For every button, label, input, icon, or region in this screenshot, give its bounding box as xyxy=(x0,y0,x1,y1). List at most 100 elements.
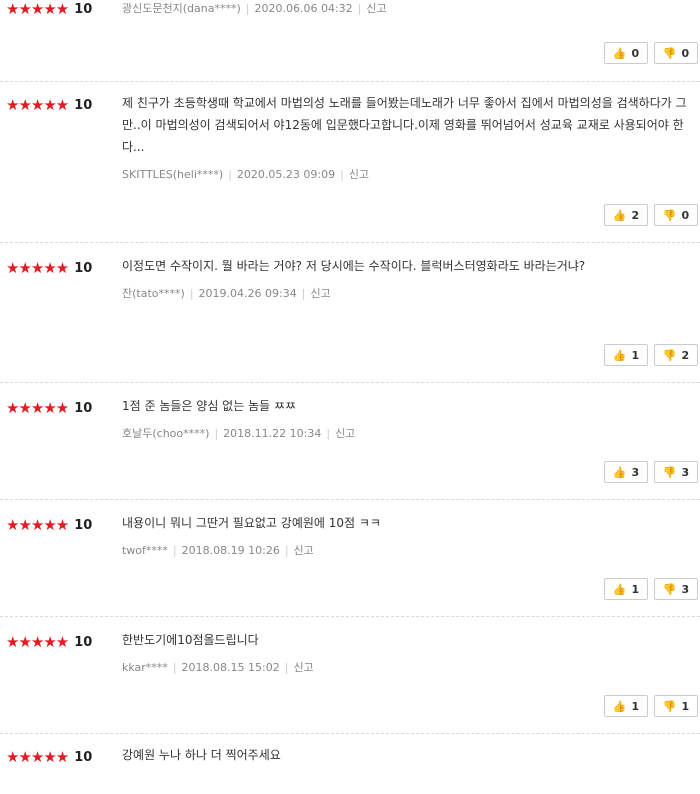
dislike-count: 3 xyxy=(681,465,690,479)
review-body: 내용이니 뭐니 그딴거 필요없고 강예원에 10점 ㅋㅋ twof**** | 20… xyxy=(122,512,694,558)
thumbs-up-icon: 👍 xyxy=(612,208,627,222)
meta-divider: | xyxy=(228,168,232,181)
star-rating-icon: ★★★★★ xyxy=(6,96,69,114)
meta-divider: | xyxy=(301,287,306,300)
review-body: 광신도문천지(dana****) | 2020.06.06 04:32 | 신고 xyxy=(122,0,694,16)
like-count: 1 xyxy=(631,699,640,713)
review-item: ★★★★★ 10 한반도기에10점올드립니다 kkar**** | 2018.08.… xyxy=(0,617,700,734)
vote-buttons: 👍 1 👎 2 xyxy=(604,344,698,366)
vote-buttons: 👍 1 👎 3 xyxy=(604,578,698,600)
review-item: ★★★★★ 10 이정도면 수작이지. 뭘 바라는 거야? 저 당시에는 수작이… xyxy=(0,243,700,383)
report-link[interactable]: 신고 xyxy=(335,427,355,440)
star-rating-icon: ★★★★★ xyxy=(6,516,69,534)
meta-divider: | xyxy=(214,427,219,440)
review-item: ★★★★★ 10 1점 준 놈들은 양심 없는 놈들 ㅉㅉ 호날두(choo**… xyxy=(0,383,700,500)
rating-score: 10 xyxy=(74,400,93,416)
dislike-button[interactable]: 👎 3 xyxy=(654,461,698,483)
review-body: 1점 준 놈들은 양심 없는 놈들 ㅉㅉ 호날두(choo****) | 2018.… xyxy=(122,395,694,441)
dislike-button[interactable]: 👎 3 xyxy=(654,578,698,600)
rating: ★★★★★ 10 xyxy=(6,748,92,766)
dislike-count: 2 xyxy=(681,348,690,362)
review-text: 한반도기에10점올드립니다 xyxy=(122,633,259,647)
report-link[interactable]: 신고 xyxy=(310,287,330,300)
like-count: 1 xyxy=(631,582,640,596)
like-count: 2 xyxy=(631,208,640,222)
review-author: 잔(tato****) xyxy=(122,287,185,300)
rating: ★★★★★ 10 xyxy=(6,0,92,18)
thumbs-up-icon: 👍 xyxy=(612,46,627,60)
like-button[interactable]: 👍 1 xyxy=(604,344,648,366)
review-text: 강예원 누나 하나 더 찍어주세요 xyxy=(122,748,281,762)
like-button[interactable]: 👍 3 xyxy=(604,461,648,483)
meta-divider: | xyxy=(357,2,362,15)
thumbs-down-icon: 👎 xyxy=(662,699,677,713)
dislike-button[interactable]: 👎 1 xyxy=(654,695,698,717)
report-link[interactable]: 신고 xyxy=(366,2,386,15)
report-link[interactable]: 신고 xyxy=(349,168,369,181)
rating-score: 10 xyxy=(74,634,93,650)
dislike-count: 1 xyxy=(681,699,690,713)
like-button[interactable]: 👍 1 xyxy=(604,578,648,600)
report-link[interactable]: 신고 xyxy=(293,661,313,674)
like-button[interactable]: 👍 0 xyxy=(604,42,648,64)
dislike-button[interactable]: 👎 0 xyxy=(654,42,698,64)
vote-buttons: 👍 2 👎 0 xyxy=(604,204,698,226)
meta-divider: | xyxy=(245,2,250,15)
thumbs-down-icon: 👎 xyxy=(662,465,677,479)
review-item: ★★★★★ 10 강예원 누나 하나 더 찍어주세요 xyxy=(0,734,700,794)
star-rating-icon: ★★★★★ xyxy=(6,633,69,651)
review-meta: SKITTLES(heli****) | 2020.05.23 09:09 | 신고 xyxy=(122,166,694,182)
like-count: 1 xyxy=(631,348,640,362)
meta-divider: | xyxy=(284,544,289,557)
star-rating-icon: ★★★★★ xyxy=(6,399,69,417)
review-author: SKITTLES(heli****) xyxy=(122,168,224,181)
thumbs-up-icon: 👍 xyxy=(612,699,627,713)
thumbs-down-icon: 👎 xyxy=(662,46,677,60)
dislike-count: 3 xyxy=(681,582,690,596)
dislike-count: 0 xyxy=(681,46,690,60)
review-meta: twof**** | 2018.08.19 10:26 | 신고 xyxy=(122,542,694,558)
rating: ★★★★★ 10 xyxy=(6,399,92,417)
star-rating-icon: ★★★★★ xyxy=(6,259,69,277)
meta-divider: | xyxy=(172,544,177,557)
review-body: 제 친구가 초등학생때 학교에서 마법의성 노래를 들어봤는데노래가 너무 좋아… xyxy=(122,92,694,182)
review-meta: 광신도문천지(dana****) | 2020.06.06 04:32 | 신고 xyxy=(122,0,694,16)
dislike-button[interactable]: 👎 0 xyxy=(654,204,698,226)
like-button[interactable]: 👍 1 xyxy=(604,695,648,717)
review-author: kkar**** xyxy=(122,661,168,674)
rating: ★★★★★ 10 xyxy=(6,516,92,534)
rating-score: 10 xyxy=(74,749,93,765)
thumbs-up-icon: 👍 xyxy=(612,348,627,362)
rating-score: 10 xyxy=(74,517,93,533)
thumbs-down-icon: 👎 xyxy=(662,208,677,222)
review-item: ★★★★★ 10 광신도문천지(dana****) | 2020.06.06 04:… xyxy=(0,0,700,82)
review-text: 1점 준 놈들은 양심 없는 놈들 ㅉㅉ xyxy=(122,399,297,413)
star-rating-icon: ★★★★★ xyxy=(6,0,69,18)
review-text: 제 친구가 초등학생때 학교에서 마법의성 노래를 들어봤는데노래가 너무 좋아… xyxy=(122,96,687,154)
meta-divider: | xyxy=(172,661,177,674)
review-date: 2018.11.22 10:34 xyxy=(223,427,322,440)
like-button[interactable]: 👍 2 xyxy=(604,204,648,226)
review-date: 2018.08.19 10:26 xyxy=(181,544,280,557)
review-meta: kkar**** | 2018.08.15 15:02 | 신고 xyxy=(122,659,694,675)
thumbs-up-icon: 👍 xyxy=(612,582,627,596)
meta-divider: | xyxy=(340,168,344,181)
meta-divider: | xyxy=(284,661,289,674)
vote-buttons: 👍 1 👎 1 xyxy=(604,695,698,717)
meta-divider: | xyxy=(189,287,194,300)
star-rating-icon: ★★★★★ xyxy=(6,748,69,766)
review-author: 호날두(choo****) xyxy=(122,427,210,440)
rating: ★★★★★ 10 xyxy=(6,96,92,114)
review-list: ★★★★★ 10 광신도문천지(dana****) | 2020.06.06 04:… xyxy=(0,0,700,794)
review-body: 이정도면 수작이지. 뭘 바라는 거야? 저 당시에는 수작이다. 블럭버스터영… xyxy=(122,255,694,301)
report-link[interactable]: 신고 xyxy=(294,544,314,557)
rating-score: 10 xyxy=(74,260,93,276)
dislike-button[interactable]: 👎 2 xyxy=(654,344,698,366)
rating-score: 10 xyxy=(74,1,93,17)
review-author: 광신도문천지(dana****) xyxy=(122,2,241,15)
review-text: 내용이니 뭐니 그딴거 필요없고 강예원에 10점 ㅋㅋ xyxy=(122,516,381,530)
vote-buttons: 👍 0 👎 0 xyxy=(604,42,698,64)
thumbs-down-icon: 👎 xyxy=(662,582,677,596)
review-meta: 잔(tato****) | 2019.04.26 09:34 | 신고 xyxy=(122,285,694,301)
review-date: 2018.08.15 15:02 xyxy=(181,661,280,674)
